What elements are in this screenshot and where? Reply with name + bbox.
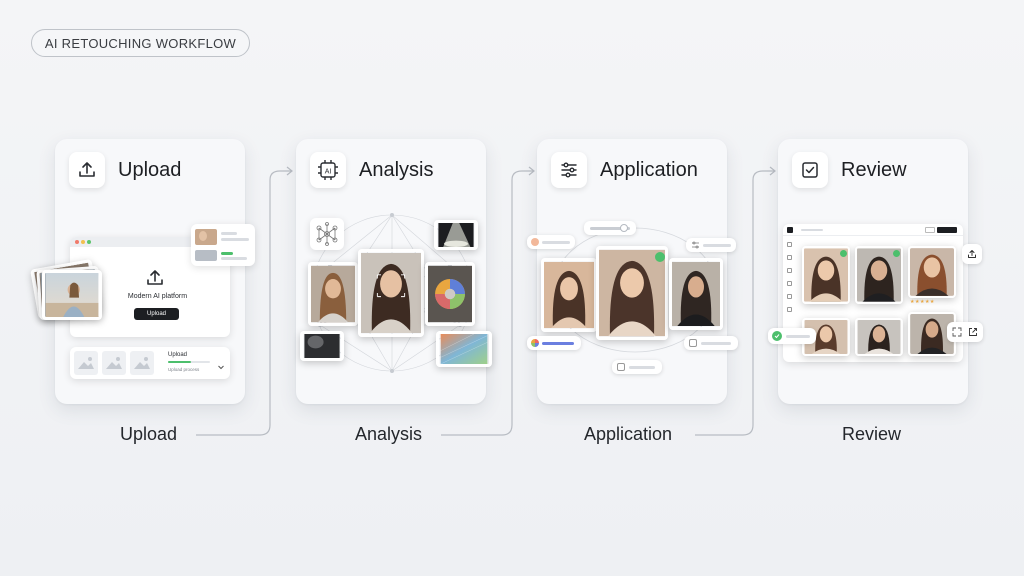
gradient-thumbnail bbox=[436, 331, 492, 367]
gallery-thumb-5[interactable] bbox=[855, 318, 903, 356]
upload-arrow-icon bbox=[145, 268, 165, 293]
step-title-upload: Upload bbox=[118, 158, 182, 181]
color-wheel-thumbnail bbox=[425, 262, 475, 326]
upload-icon bbox=[69, 152, 105, 188]
settings-chip[interactable] bbox=[684, 336, 738, 350]
slider-chip-left[interactable] bbox=[527, 235, 575, 249]
sliders-icon bbox=[551, 152, 587, 188]
progress-fill bbox=[168, 361, 192, 363]
step-label-application: Application bbox=[584, 424, 673, 444]
progress-subtitle: Upload process bbox=[168, 367, 200, 372]
ai-chip-icon: AI bbox=[310, 152, 346, 188]
portrait-thumbnail-left bbox=[308, 262, 358, 326]
light-beam-thumbnail bbox=[434, 220, 478, 250]
step-title-review: Review bbox=[841, 158, 907, 181]
platform-text: Modern AI platform bbox=[127, 293, 188, 300]
adjust-chip-bottom[interactable] bbox=[612, 360, 662, 374]
progress-track bbox=[168, 361, 210, 363]
dark-shadow-thumbnail bbox=[300, 331, 344, 361]
step-title-analysis: Analysis bbox=[359, 158, 434, 181]
gallery-thumb-3[interactable] bbox=[908, 246, 956, 298]
expand-icon[interactable] bbox=[952, 327, 962, 337]
svg-text:AI: AI bbox=[325, 169, 332, 176]
compare-share-chip[interactable] bbox=[947, 322, 983, 342]
upload-button[interactable]: Upload bbox=[134, 308, 179, 320]
network-node-icon bbox=[310, 218, 344, 250]
slider-chip-right[interactable] bbox=[686, 238, 736, 252]
step-label-analysis: Analysis bbox=[355, 424, 423, 444]
portrait-application-left bbox=[541, 258, 597, 332]
approved-check-icon bbox=[893, 250, 900, 257]
upload-progress-panel: Upload Upload process bbox=[70, 347, 230, 379]
stacked-photo-front bbox=[42, 270, 102, 320]
image-placeholder-icon bbox=[74, 351, 98, 375]
approved-chip[interactable] bbox=[768, 328, 816, 344]
step-title-application: Application bbox=[600, 158, 698, 181]
export-icon[interactable] bbox=[962, 244, 982, 264]
step-label-review: Review bbox=[842, 424, 902, 444]
portrait-analysis-main bbox=[358, 249, 424, 337]
star-rating-icon: ★★★★★ bbox=[910, 299, 935, 305]
chevron-down-icon[interactable] bbox=[217, 358, 225, 376]
image-placeholder-icon bbox=[102, 351, 126, 375]
checkbox-icon bbox=[792, 152, 828, 188]
color-slider-chip[interactable] bbox=[527, 336, 581, 350]
step-label-upload: Upload bbox=[120, 424, 178, 444]
portrait-application-right bbox=[669, 258, 723, 330]
image-placeholder-icon bbox=[130, 351, 154, 375]
upload-thumbnail-panel bbox=[191, 224, 255, 266]
slider-chip-top[interactable] bbox=[584, 221, 636, 235]
approved-check-icon bbox=[840, 250, 847, 257]
progress-title: Upload bbox=[168, 352, 188, 358]
external-link-icon[interactable] bbox=[968, 327, 978, 337]
check-badge-icon bbox=[655, 252, 665, 262]
